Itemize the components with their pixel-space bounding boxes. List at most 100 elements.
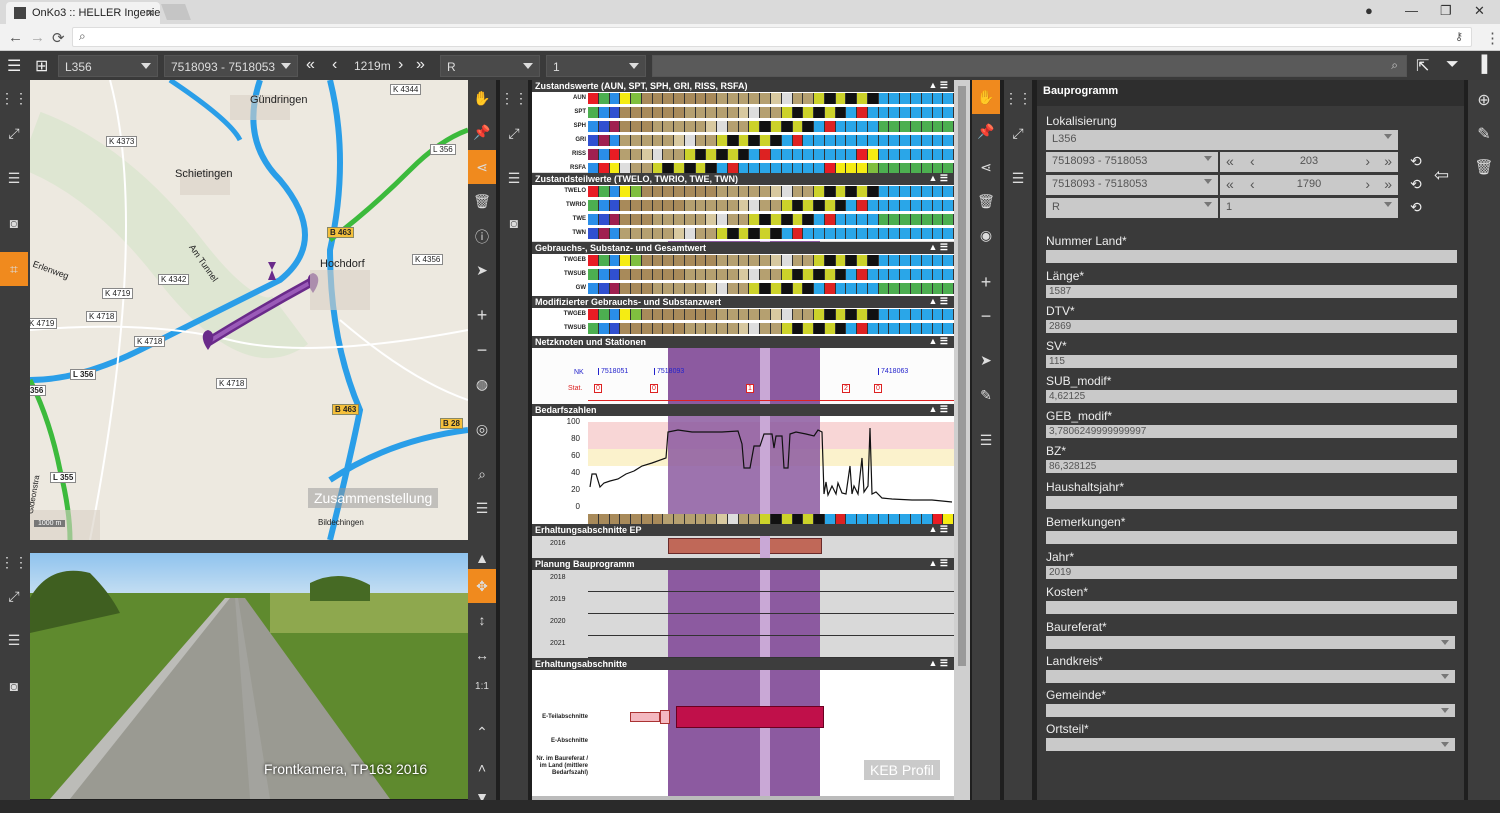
next-station-icon[interactable]: › xyxy=(398,56,403,74)
double-chevron-up-icon[interactable]: ⌃ xyxy=(468,724,496,741)
sliders-icon[interactable]: ☰ xyxy=(1004,170,1032,187)
fit-width-icon[interactable]: ↔ xyxy=(468,647,496,663)
close-tab-icon[interactable]: × xyxy=(146,5,154,20)
browser-tab[interactable]: OnKo3 :: HELLER Ingenieu × xyxy=(6,2,160,24)
search-icon[interactable]: ⌕ xyxy=(468,466,496,483)
ortsteil-select[interactable] xyxy=(1046,738,1455,751)
pin-icon[interactable]: 📌 xyxy=(468,124,496,141)
road-select[interactable]: L356 xyxy=(58,55,158,77)
minimize-icon[interactable]: — xyxy=(1405,3,1418,18)
edit-icon[interactable]: ✎ xyxy=(1470,124,1498,144)
lane-select[interactable]: 1 xyxy=(546,55,646,77)
move-icon[interactable]: ✥ xyxy=(468,569,496,603)
target-icon[interactable]: ◉ xyxy=(972,227,1000,244)
loc-lane-select[interactable]: 1 xyxy=(1220,198,1398,218)
erh-bar-small[interactable] xyxy=(660,710,670,724)
trash-icon[interactable]: 🗑 xyxy=(1470,158,1498,176)
sv-input[interactable]: 115 xyxy=(1046,355,1457,368)
landkreis-select[interactable] xyxy=(1046,670,1455,683)
prev-icon[interactable]: ‹ xyxy=(1250,176,1255,192)
collapse-icon[interactable]: ▲ ☰ xyxy=(929,336,948,347)
last-icon[interactable]: » xyxy=(1384,153,1392,169)
loc-section-select[interactable]: 7518093 - 7518053 xyxy=(1046,175,1218,195)
zoom-in-icon[interactable]: + xyxy=(468,305,496,326)
scroll-up-icon[interactable]: ▲ xyxy=(468,550,496,566)
pointer-icon[interactable]: ➤ xyxy=(468,262,496,279)
ep-bar[interactable] xyxy=(668,538,822,554)
share-icon[interactable]: ⋖ xyxy=(972,159,1000,176)
apps-grid-icon[interactable]: ⋮⋮ xyxy=(0,554,28,571)
export-icon[interactable]: ⇱ xyxy=(1416,56,1429,76)
map-svg[interactable] xyxy=(30,80,468,540)
collapse-icon[interactable]: ▲ ☰ xyxy=(929,173,948,184)
direction-select[interactable]: R xyxy=(440,55,540,77)
loc-direction-select[interactable]: R xyxy=(1046,198,1218,218)
pan-hand-icon[interactable]: ✋ xyxy=(468,90,496,107)
forward-icon[interactable]: → xyxy=(30,29,45,46)
edit-icon[interactable]: ✎ xyxy=(972,387,1000,404)
locate-icon[interactable]: ◎ xyxy=(468,421,496,438)
zoom-out-icon[interactable]: − xyxy=(972,306,1000,327)
list-icon[interactable]: ☰ xyxy=(972,432,1000,449)
hamburger-menu-icon[interactable]: ☰ xyxy=(7,56,21,76)
collapse-icon[interactable]: ▲ ☰ xyxy=(929,80,948,91)
pin-icon[interactable]: 📌 xyxy=(972,123,1000,140)
collapse-icon[interactable]: ▲ ☰ xyxy=(929,296,948,307)
globe-icon[interactable]: ◍ xyxy=(468,376,496,393)
bemerkungen-input[interactable] xyxy=(1046,531,1457,544)
sliders-icon[interactable]: ☰ xyxy=(0,170,28,187)
sliders-icon[interactable]: ☰ xyxy=(500,170,528,187)
trash-icon[interactable]: 🗑 xyxy=(468,193,496,210)
next-icon[interactable]: › xyxy=(1365,153,1370,169)
crop-icon[interactable]: ⌗ xyxy=(0,252,28,286)
photo-divider[interactable] xyxy=(30,540,468,553)
baureferat-select[interactable] xyxy=(1046,636,1455,649)
section-header[interactable]: Gebrauchs-, Substanz- und Gesamtwert ▲ ☰ xyxy=(532,242,954,254)
bz-input[interactable]: 86,328125 xyxy=(1046,460,1457,473)
collapse-icon[interactable]: ▲ ☰ xyxy=(929,242,948,253)
loc-section-select[interactable]: 7518093 - 7518053 xyxy=(1046,152,1218,172)
list-icon[interactable]: ☰ xyxy=(468,500,496,517)
apps-grid-icon[interactable]: ⋮⋮ xyxy=(1004,90,1032,107)
haushaltsjahr-input[interactable] xyxy=(1046,496,1457,509)
section-header[interactable]: Bedarfszahlen ▲ ☰ xyxy=(532,404,954,416)
filter-icon[interactable]: ⏷ xyxy=(1446,56,1459,74)
back-icon[interactable]: ← xyxy=(8,29,23,46)
dtv-input[interactable]: 2869 xyxy=(1046,320,1457,333)
section-select[interactable]: 7518093 - 7518053 xyxy=(164,55,298,77)
instagram-icon[interactable]: ◙ xyxy=(500,215,528,231)
sliders-icon[interactable]: ☰ xyxy=(0,632,28,649)
section-header[interactable]: Erhaltungsabschnitte ▲ ☰ xyxy=(532,658,954,670)
scroll-thumb[interactable] xyxy=(958,86,966,666)
maximize-icon[interactable]: ❐ xyxy=(1440,3,1452,19)
fit-height-icon[interactable]: ↕ xyxy=(468,612,496,628)
instagram-icon[interactable]: ◙ xyxy=(0,215,28,231)
sub-modif-input[interactable]: 4,62125 xyxy=(1046,390,1457,403)
section-header[interactable]: Modifizierter Gebrauchs- und Substanzwer… xyxy=(532,296,954,308)
gemeinde-select[interactable] xyxy=(1046,704,1455,717)
fullscreen-icon[interactable]: ⤢ xyxy=(500,125,528,142)
section-header[interactable]: Netzknoten und Stationen ▲ ☰ xyxy=(532,336,954,348)
jahr-input[interactable]: 2019 xyxy=(1046,566,1457,579)
section-header[interactable]: Erhaltungsabschnitte EP ▲ ☰ xyxy=(532,524,954,536)
pointer-icon[interactable]: ➤ xyxy=(972,352,1000,369)
trash-icon[interactable]: 🗑 xyxy=(972,193,1000,210)
reset-icon[interactable]: ⟲ xyxy=(1410,199,1422,216)
address-bar[interactable]: ⌕ ⚷ xyxy=(72,27,1472,47)
section-header[interactable]: Zustandsteilwerte (TWELO, TWRIO, TWE, TW… xyxy=(532,173,954,185)
apps-grid-icon[interactable]: ⋮⋮ xyxy=(500,90,528,107)
loc-road-select[interactable]: L356 xyxy=(1046,130,1398,150)
fullscreen-icon[interactable]: ⤢ xyxy=(0,125,28,142)
layout-grid-icon[interactable]: ⊞ xyxy=(35,56,48,76)
collapse-icon[interactable]: ▲ ☰ xyxy=(929,658,948,669)
erh-bar-main[interactable] xyxy=(676,706,824,728)
last-station-icon[interactable]: » xyxy=(416,56,425,74)
key-icon[interactable]: ⚷ xyxy=(1455,30,1463,43)
close-window-icon[interactable]: ✕ xyxy=(1474,3,1485,19)
collapse-icon[interactable]: ▲ ☰ xyxy=(929,404,948,415)
section-header[interactable]: Planung Bauprogramm ▲ ☰ xyxy=(532,558,954,570)
first-icon[interactable]: « xyxy=(1226,176,1234,192)
fullscreen-icon[interactable]: ⤢ xyxy=(1004,125,1032,142)
prev-icon[interactable]: ‹ xyxy=(1250,153,1255,169)
apply-location-icon[interactable]: ⇦ xyxy=(1434,165,1449,186)
